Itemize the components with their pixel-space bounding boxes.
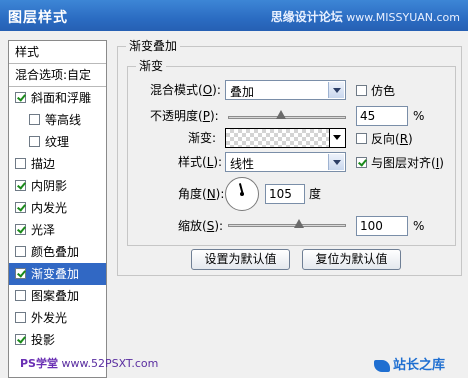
watermark-url: www.MISSYUAN.com (346, 11, 460, 24)
scale-label: 缩放(S): (178, 219, 224, 233)
subgroup-title: 渐变 (136, 59, 167, 73)
angle-center (240, 192, 244, 196)
sidebar-item-label: 外发光 (31, 311, 68, 325)
chevron-down-icon (328, 154, 344, 170)
sidebar-item[interactable]: 纹理 (9, 131, 106, 153)
blend-mode-value: 叠加 (230, 85, 255, 99)
angle-input[interactable]: 105 (265, 184, 305, 204)
sidebar-item-label: 内发光 (31, 201, 68, 215)
footer-left-url: www.52PSXT.com (61, 357, 159, 370)
checkbox-icon[interactable] (15, 290, 26, 301)
sidebar-item-label: 颜色叠加 (31, 245, 80, 259)
style-label: 样式(L): (178, 155, 223, 169)
checkbox-icon (356, 85, 367, 96)
sidebar-item[interactable]: 内阴影 (9, 175, 106, 197)
group-title: 渐变叠加 (126, 39, 181, 53)
sidebar-item[interactable]: 等高线 (9, 109, 106, 131)
gradient-label: 渐变: (188, 131, 217, 145)
opacity-slider-thumb[interactable] (276, 110, 287, 119)
title-bar: 图层样式 思缘设计论坛 www.MISSYUAN.com (0, 0, 468, 31)
sidebar-item-label: 斜面和浮雕 (31, 91, 92, 105)
checkbox-icon[interactable] (15, 92, 26, 103)
angle-unit: 度 (309, 187, 322, 201)
sidebar-item-label: 内阴影 (31, 179, 68, 193)
site-logo-icon (374, 359, 390, 372)
footer-watermark-right: 站长之库 (374, 354, 445, 373)
checkbox-icon (356, 157, 367, 168)
blend-mode-dropdown[interactable]: 叠加 (225, 80, 346, 100)
opacity-slider-track[interactable] (228, 116, 346, 119)
window-title: 图层样式 (8, 10, 68, 26)
opacity-input[interactable]: 45 (356, 106, 408, 126)
style-value: 线性 (230, 157, 255, 171)
checkbox-icon[interactable] (15, 246, 26, 257)
scale-slider-track[interactable] (228, 224, 346, 227)
checkbox-icon[interactable] (29, 114, 40, 125)
sidebar-item-label: 图案叠加 (31, 289, 80, 303)
checkbox-icon[interactable] (15, 180, 26, 191)
footer-watermark-left: PS学堂 www.52PSXT.com (20, 355, 158, 371)
sidebar-item[interactable]: 光泽 (9, 219, 106, 241)
chevron-down-icon[interactable] (329, 129, 345, 147)
angle-dial[interactable] (225, 177, 259, 211)
sidebar-blend-options[interactable]: 混合选项:自定 (9, 64, 106, 87)
sidebar-item-label: 投影 (31, 333, 56, 347)
sidebar-item-label: 描边 (31, 157, 56, 171)
sidebar-item-label: 光泽 (31, 223, 56, 237)
checkbox-icon[interactable] (15, 224, 26, 235)
footer-left-prefix: PS学堂 (20, 357, 58, 370)
checkbox-icon[interactable] (15, 312, 26, 323)
angle-label: 角度(N): (178, 187, 225, 201)
sidebar-item-label: 渐变叠加 (31, 267, 80, 281)
blend-mode-label: 混合模式(O): (150, 83, 221, 97)
sidebar-item[interactable]: 斜面和浮雕 (9, 87, 106, 109)
scale-slider-thumb[interactable] (293, 219, 304, 228)
reverse-checkbox[interactable]: 反向(R) (356, 131, 413, 147)
checkbox-icon[interactable] (15, 334, 26, 345)
checkbox-icon[interactable] (29, 136, 40, 147)
sidebar-item-label: 等高线 (45, 113, 82, 127)
sidebar-list: 斜面和浮雕等高线纹理描边内阴影内发光光泽颜色叠加渐变叠加图案叠加外发光投影 (9, 87, 106, 351)
sidebar-header[interactable]: 样式 (9, 41, 106, 64)
opacity-unit: % (413, 109, 425, 123)
footer-right-text: 站长之库 (393, 358, 446, 373)
checkbox-icon[interactable] (15, 268, 26, 279)
style-dropdown[interactable]: 线性 (225, 152, 346, 172)
scale-unit: % (413, 219, 425, 233)
sidebar-item-label: 纹理 (45, 135, 70, 149)
watermark-cn: 思缘设计论坛 (270, 10, 343, 24)
sidebar-item[interactable]: 图案叠加 (9, 285, 106, 307)
chevron-down-icon (328, 82, 344, 98)
sidebar-item[interactable]: 投影 (9, 329, 106, 351)
gradient-picker[interactable] (225, 128, 346, 148)
styles-sidebar: 样式 混合选项:自定 斜面和浮雕等高线纹理描边内阴影内发光光泽颜色叠加渐变叠加图… (8, 40, 107, 378)
align-with-layer-checkbox[interactable]: 与图层对齐(I) (356, 155, 444, 171)
checkbox-icon (356, 133, 367, 144)
sidebar-item[interactable]: 内发光 (9, 197, 106, 219)
set-default-button[interactable]: 设置为默认值 (191, 249, 290, 270)
sidebar-item[interactable]: 外发光 (9, 307, 106, 329)
sidebar-item[interactable]: 渐变叠加 (9, 263, 106, 285)
sidebar-item[interactable]: 颜色叠加 (9, 241, 106, 263)
sidebar-item[interactable]: 描边 (9, 153, 106, 175)
scale-input[interactable]: 100 (356, 216, 408, 236)
opacity-label: 不透明度(P): (150, 109, 219, 123)
watermark: 思缘设计论坛 www.MISSYUAN.com (271, 8, 460, 25)
checkbox-icon[interactable] (15, 158, 26, 169)
reset-default-button[interactable]: 复位为默认值 (302, 249, 401, 270)
dither-checkbox[interactable]: 仿色 (356, 83, 395, 99)
checkbox-icon[interactable] (15, 202, 26, 213)
